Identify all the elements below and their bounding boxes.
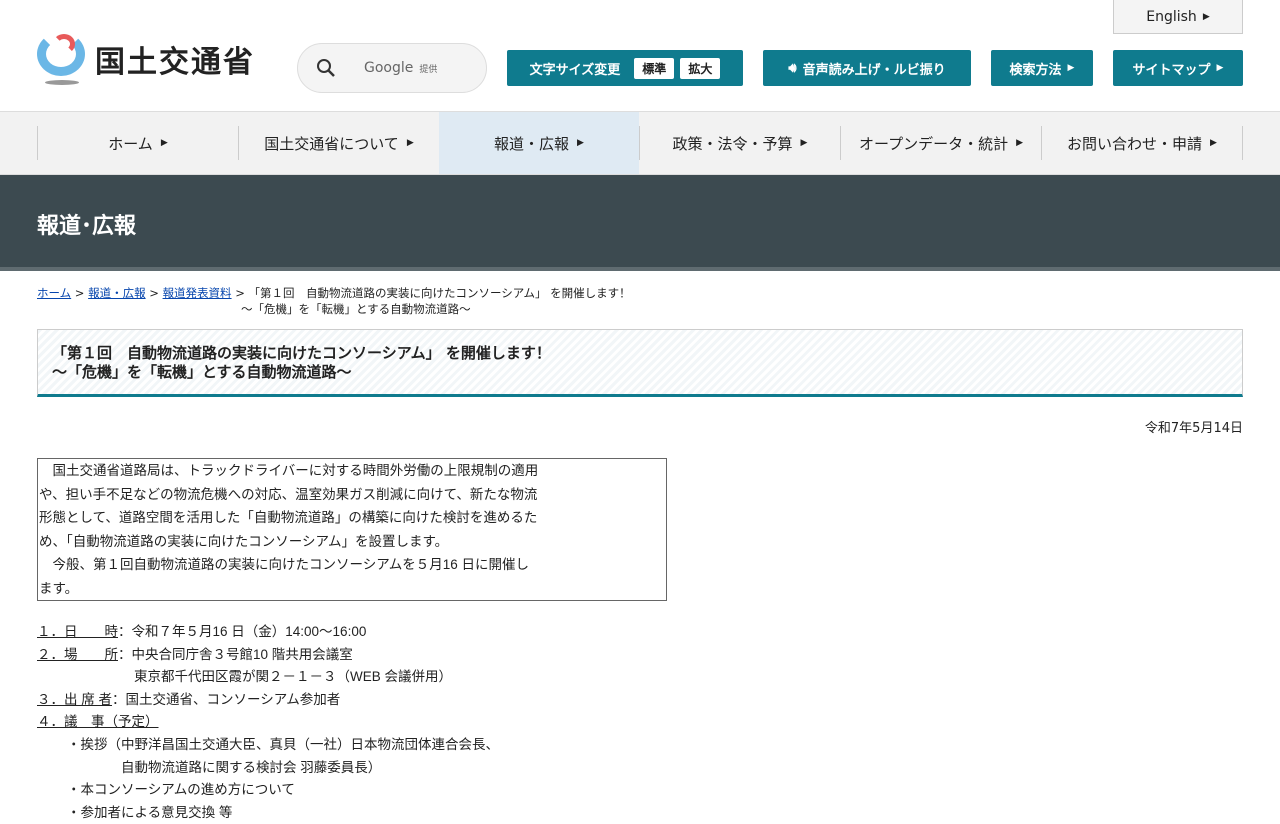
attendees-value: ：国土交通省、コンソーシアム参加者 <box>112 691 341 707</box>
breadcrumb: ホーム > 報道・広報 > 報道発表資料 > 「第１回 自動物流道路の実装に向け… <box>0 271 1280 317</box>
breadcrumb-home[interactable]: ホーム <box>37 286 71 300</box>
global-nav: ホーム ▶ 国土交通省について ▶ 報道・広報 ▶ 政策・法令・予算 ▶ オープンデータ… <box>0 112 1280 175</box>
place-value: ：中央合同庁舎３号館10 階共用会議室 <box>118 646 353 662</box>
lead-box: 国土交通省道路局は、トラックドライバーに対する時間外労働の上限規制の適用 や、担… <box>37 458 667 601</box>
title-subline: ～「危機」を「転機」とする自動物流道路～ <box>52 363 352 381</box>
lead-line: や、担い手不足などの物流危機への対応、温室効果ガス削減に向けて、新たな物流 <box>39 486 538 502</box>
nav-opendata[interactable]: オープンデータ・統計 ▶ <box>840 126 1041 160</box>
nav-about[interactable]: 国土交通省について ▶ <box>238 126 439 160</box>
logo-text: 国土交通省 <box>95 45 255 80</box>
agenda-item-cont: 自動物流道路に関する検討会 羽藤委員長） <box>121 759 382 775</box>
font-size-control: 文字サイズ変更 標準 拡大 <box>507 50 743 86</box>
details-list: １．日 時：令和７年５月16 日（金）14:00～16:00 ２．場 所：中央合… <box>37 621 1280 824</box>
breadcrumb-current-sub: ～「危機」を「転機」とする自動物流道路～ <box>241 302 471 316</box>
lead-line: 国土交通省道路局は、トラックドライバーに対する時間外労働の上限規制の適用 <box>39 463 539 478</box>
nav-contact[interactable]: お問い合わせ・申請 ▶ <box>1041 126 1243 160</box>
page-title: 「第１回 自動物流道路の実装に向けたコンソーシアム」 を開催します！ ～「危機」… <box>37 329 1243 397</box>
breadcrumb-releases[interactable]: 報道発表資料 <box>163 286 232 300</box>
search-method-button[interactable]: 検索方法 ▶ <box>991 50 1093 86</box>
lead-line: ます。 <box>39 580 79 596</box>
site-header: 国土交通省 Google 提供 English ▶ 文字サイズ変更 標準 拡大 🔊︎… <box>0 0 1280 112</box>
triangle-right-icon: ▶ <box>1202 11 1210 22</box>
english-link[interactable]: English ▶ <box>1113 0 1243 34</box>
font-standard-button[interactable]: 標準 <box>634 57 675 79</box>
breadcrumb-current: 「第１回 自動物流道路の実装に向けたコンソーシアム」 を開催します！ <box>248 286 631 300</box>
lead-line: 今般、第１回自動物流道路の実装に向けたコンソーシアムを５月16 日に開催し <box>39 557 530 572</box>
sitemap-button[interactable]: サイトマップ ▶ <box>1113 50 1243 86</box>
search-input[interactable]: Google 提供 <box>297 43 487 93</box>
agenda-item: ・参加者による意見交換 等 <box>67 804 233 820</box>
breadcrumb-press[interactable]: 報道・広報 <box>88 286 146 300</box>
place-address: 東京都千代田区霞が関２－１－３（WEB 会議併用） <box>134 669 453 685</box>
date-label: １．日 時 <box>37 624 118 639</box>
title-line: 「第１回 自動物流道路の実装に向けたコンソーシアム」 を開催します！ <box>52 344 551 362</box>
lead-line: 形態として、道路空間を活用した「自動物流道路」の構築に向けた検討を進めるた <box>39 510 538 525</box>
agenda-label: ４．議 事（予定） <box>37 714 159 730</box>
agenda-item: ・挨拶（中野洋昌国土交通大臣、真貝（一社）日本物流団体連合会長、 <box>67 736 499 752</box>
place-label: ２．場 所 <box>37 646 118 662</box>
nav-policy[interactable]: 政策・法令・予算 ▶ <box>639 126 840 160</box>
mlit-logo[interactable]: 国土交通省 <box>37 32 255 86</box>
triangle-right-icon: ▶ <box>1216 63 1224 73</box>
attendees-label: ３．出 席 者 <box>37 691 113 707</box>
section-banner: 報道･広報 <box>0 175 1280 271</box>
lead-line: め、「自動物流道路の実装に向けたコンソーシアム」を設置します。 <box>39 533 449 549</box>
date-value: ：令和７年５月16 日（金）14:00～16:00 <box>118 624 367 639</box>
font-size-label: 文字サイズ変更 <box>529 62 621 78</box>
speech-button[interactable]: 🔊︎ 音声読み上げ・ルビ振り <box>763 50 971 86</box>
triangle-right-icon: ▶ <box>1067 63 1075 73</box>
release-date: 令和7年5月14日 <box>1144 421 1243 436</box>
mlit-emblem-icon <box>37 32 85 86</box>
font-large-button[interactable]: 拡大 <box>680 57 721 79</box>
speaker-icon: 🔊︎ <box>788 60 797 76</box>
agenda-item: ・本コンソーシアムの進め方について <box>67 782 295 798</box>
search-icon <box>317 59 335 77</box>
nav-press[interactable]: 報道・広報 ▶ <box>439 112 639 174</box>
search-placeholder: Google 提供 <box>364 60 438 76</box>
nav-home[interactable]: ホーム ▶ <box>37 126 238 160</box>
